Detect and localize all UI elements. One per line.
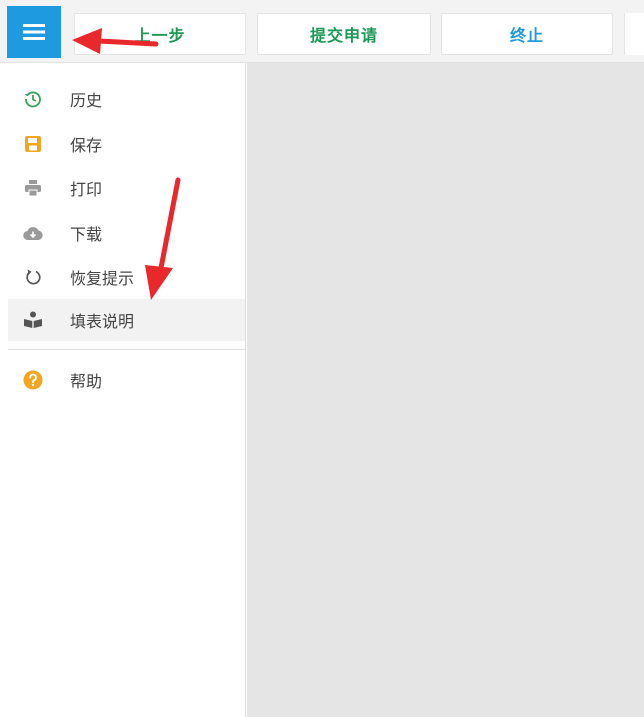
toolbar-overflow-button[interactable] [624, 13, 644, 55]
app-window: 上一步 提交申请 终止 历史 保存 打印 下载 恢复提示 填表说明 帮助 [0, 0, 644, 717]
sidebar-item-label: 历史 [70, 91, 103, 110]
sidebar-item-history[interactable]: 历史 [8, 78, 245, 120]
save-icon [22, 133, 44, 155]
sidebar-item-download[interactable]: 下载 [8, 212, 245, 254]
sidebar-item-label: 打印 [70, 180, 103, 199]
help-icon [22, 369, 44, 391]
sidebar-item-label: 帮助 [70, 372, 103, 391]
sidebar-item-help[interactable]: 帮助 [8, 359, 245, 401]
sidebar-item-form-instructions[interactable]: 填表说明 [8, 299, 245, 341]
sidebar-divider [8, 349, 245, 350]
restore-icon [22, 266, 44, 288]
top-toolbar: 上一步 提交申请 终止 [0, 0, 644, 63]
prev-step-button[interactable]: 上一步 [74, 13, 246, 55]
sidebar-item-save[interactable]: 保存 [8, 123, 245, 165]
book-reader-icon [22, 309, 44, 331]
sidebar-item-label: 保存 [70, 136, 103, 155]
terminate-button[interactable]: 终止 [441, 13, 613, 55]
sidebar-item-label: 填表说明 [70, 312, 135, 331]
menu-toggle-button[interactable] [7, 6, 61, 58]
sidebar-item-print[interactable]: 打印 [8, 167, 245, 209]
sidebar-menu: 历史 保存 打印 下载 恢复提示 填表说明 帮助 [0, 63, 246, 717]
history-icon [22, 88, 44, 110]
cloud-download-icon [22, 222, 44, 244]
main-content-area [247, 63, 644, 717]
hamburger-menu-icon [23, 24, 45, 40]
sidebar-item-label: 下载 [70, 225, 103, 244]
sidebar-item-label: 恢复提示 [70, 269, 135, 288]
print-icon [22, 177, 44, 199]
submit-application-button[interactable]: 提交申请 [257, 13, 431, 55]
sidebar-item-restore[interactable]: 恢复提示 [8, 256, 245, 298]
